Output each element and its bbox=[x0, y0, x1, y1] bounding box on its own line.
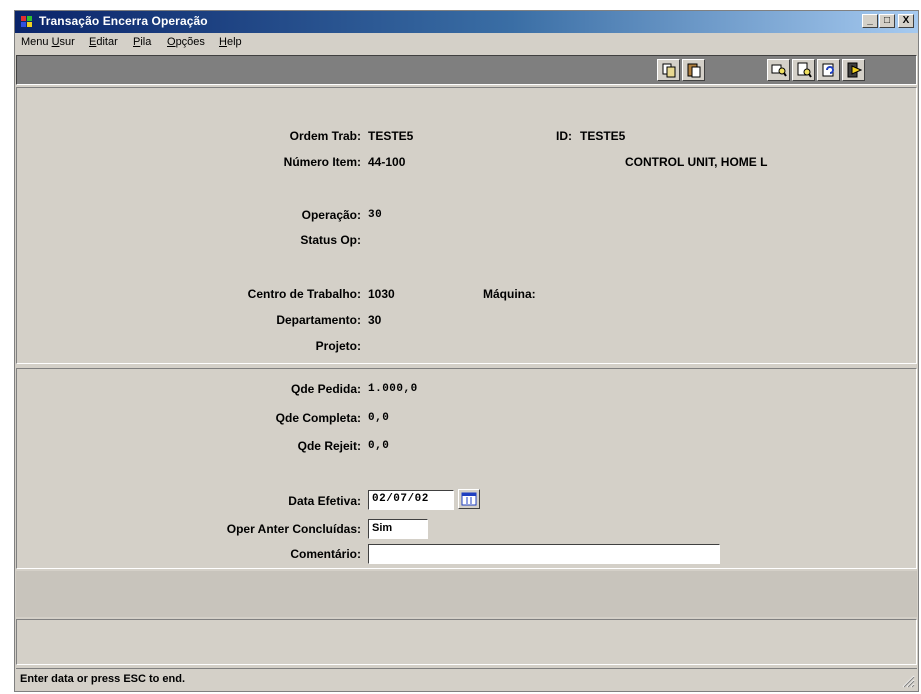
calendar-button[interactable] bbox=[458, 489, 480, 509]
qde-rejeit-value: 0,0 bbox=[368, 440, 390, 452]
minimize-button[interactable]: _ bbox=[862, 14, 878, 28]
comentario-label: Comentário: bbox=[290, 547, 361, 561]
toolbar bbox=[16, 55, 917, 85]
status-op-label: Status Op: bbox=[300, 233, 361, 247]
numero-item-label: Número Item: bbox=[283, 155, 361, 169]
oper-anter-input[interactable]: Sim bbox=[368, 519, 428, 539]
app-icon bbox=[21, 16, 32, 27]
oper-anter-label: Oper Anter Concluídas: bbox=[226, 522, 361, 536]
find-next-icon bbox=[771, 64, 787, 77]
exit-icon bbox=[847, 62, 862, 78]
qde-rejeit-label: Qde Rejeit: bbox=[297, 439, 361, 453]
copy-button[interactable] bbox=[657, 59, 680, 81]
paste-button[interactable] bbox=[682, 59, 705, 81]
find-icon bbox=[797, 62, 812, 78]
window-title: Transação Encerra Operação bbox=[39, 14, 208, 28]
exit-button[interactable] bbox=[842, 59, 865, 81]
operacao-label: Operação: bbox=[301, 208, 361, 222]
ordem-trab-label: Ordem Trab: bbox=[289, 129, 361, 143]
quantities-panel: Qde Pedida: 1.000,0 Qde Completa: 0,0 Qd… bbox=[16, 368, 917, 569]
spacer-strip bbox=[16, 571, 917, 617]
comentario-input[interactable] bbox=[368, 544, 720, 564]
id-label: ID: bbox=[556, 129, 572, 143]
id-value: TESTE5 bbox=[580, 129, 626, 143]
qde-pedida-label: Qde Pedida: bbox=[290, 382, 361, 396]
close-button[interactable]: X bbox=[898, 14, 914, 28]
qde-completa-label: Qde Completa: bbox=[275, 411, 361, 425]
resize-grip-icon[interactable] bbox=[901, 674, 915, 688]
centro-trabalho-label: Centro de Trabalho: bbox=[247, 287, 361, 301]
maquina-label: Máquina: bbox=[483, 287, 536, 301]
departamento-value: 30 bbox=[368, 313, 382, 327]
calendar-icon bbox=[461, 492, 477, 506]
qde-completa-value: 0,0 bbox=[368, 412, 390, 424]
menu-editar[interactable]: Editar bbox=[89, 36, 118, 48]
ordem-trab-value: TESTE5 bbox=[368, 129, 414, 143]
status-bar: Enter data or press ESC to end. bbox=[16, 668, 917, 690]
copy-icon bbox=[662, 63, 676, 78]
paste-icon bbox=[687, 63, 701, 78]
qde-pedida-value: 1.000,0 bbox=[368, 383, 418, 395]
refresh-button[interactable] bbox=[817, 59, 840, 81]
data-efetiva-input[interactable]: 02/07/02 bbox=[368, 490, 454, 510]
operacao-value: 30 bbox=[368, 209, 383, 221]
menu-opcoes[interactable]: Opções bbox=[167, 36, 205, 48]
item-description: CONTROL UNIT, HOME L bbox=[625, 155, 768, 169]
menu-pila[interactable]: Pila bbox=[133, 36, 151, 48]
status-message: Enter data or press ESC to end. bbox=[20, 673, 186, 685]
message-panel bbox=[16, 619, 917, 665]
data-efetiva-label: Data Efetiva: bbox=[288, 494, 361, 508]
maximize-button[interactable]: □ bbox=[879, 14, 895, 28]
projeto-label: Projeto: bbox=[315, 339, 361, 353]
centro-trabalho-value: 1030 bbox=[368, 287, 395, 301]
departamento-label: Departamento: bbox=[276, 313, 361, 327]
menu-help[interactable]: Help bbox=[219, 36, 242, 48]
find-button[interactable] bbox=[792, 59, 815, 81]
toolbar-separator bbox=[707, 59, 747, 81]
numero-item-value: 44-100 bbox=[368, 155, 406, 169]
menu-bar: Menu Usur Editar Pila Opções Help bbox=[15, 33, 918, 53]
title-bar[interactable]: Transação Encerra Operação _ □ X bbox=[15, 11, 918, 33]
menu-usuario[interactable]: Menu Usur bbox=[21, 36, 75, 48]
find-next-button[interactable] bbox=[767, 59, 790, 81]
operation-header-panel: Ordem Trab: TESTE5 ID: TESTE5 Número Ite… bbox=[16, 87, 917, 364]
refresh-icon bbox=[822, 63, 834, 77]
app-window: Transação Encerra Operação _ □ X Menu Us… bbox=[14, 10, 919, 692]
